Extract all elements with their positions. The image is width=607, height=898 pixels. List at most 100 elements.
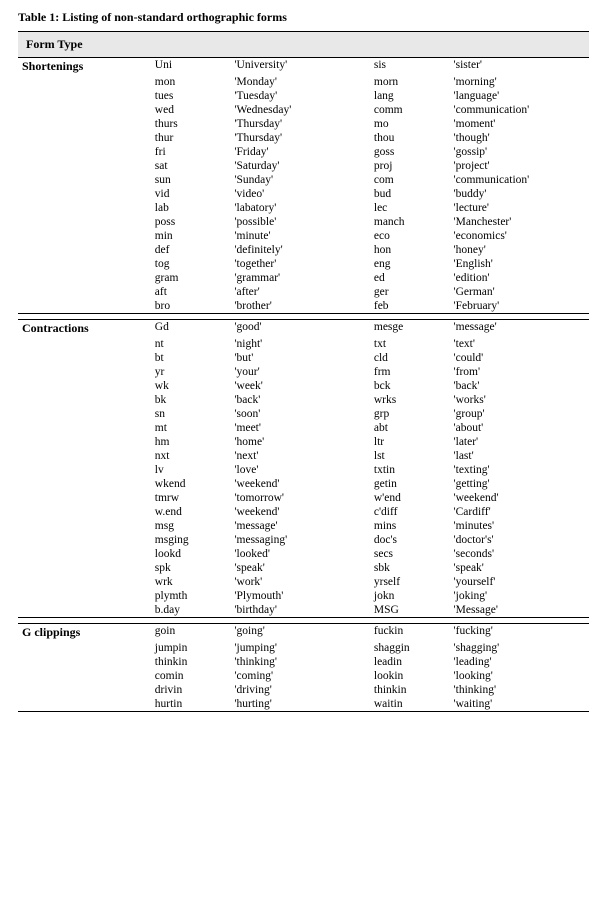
meaning-cell2: 'shagging' — [450, 641, 589, 655]
meaning-cell2: 'February' — [450, 299, 589, 314]
meaning-cell: 'speak' — [230, 561, 369, 575]
form-cell: poss — [151, 215, 231, 229]
meaning-cell: 'home' — [230, 435, 369, 449]
form-cell2: bck — [370, 379, 450, 393]
section-label-1: Contractions — [18, 320, 151, 338]
form-cell: thur — [151, 131, 231, 145]
meaning-cell: 'meet' — [230, 421, 369, 435]
section-label-0 — [18, 173, 151, 187]
form-cell2: leadin — [370, 655, 450, 669]
section-label-2 — [18, 655, 151, 669]
form-cell: bro — [151, 299, 231, 314]
form-cell: bt — [151, 351, 231, 365]
meaning-cell: 'driving' — [230, 683, 369, 697]
col-header-form1 — [151, 32, 231, 58]
section-label-2: G clippings — [18, 624, 151, 642]
section-label-2 — [18, 641, 151, 655]
form-cell2: frm — [370, 365, 450, 379]
meaning-cell2: 'morning' — [450, 75, 589, 89]
form-cell2: lec — [370, 201, 450, 215]
form-cell: fri — [151, 145, 231, 159]
form-cell: sat — [151, 159, 231, 173]
meaning-cell: 'night' — [230, 337, 369, 351]
form-cell2: manch — [370, 215, 450, 229]
section-label-0: Shortenings — [18, 58, 151, 76]
section-label-1 — [18, 351, 151, 365]
form-cell2: yrself — [370, 575, 450, 589]
section-label-1 — [18, 407, 151, 421]
meaning-cell: 'your' — [230, 365, 369, 379]
form-cell: bk — [151, 393, 231, 407]
meaning-cell2: 'buddy' — [450, 187, 589, 201]
meaning-cell2: 'fucking' — [450, 624, 589, 642]
meaning-cell2: 'group' — [450, 407, 589, 421]
section-label-0 — [18, 89, 151, 103]
form-cell: Gd — [151, 320, 231, 338]
form-cell2: morn — [370, 75, 450, 89]
section-label-1 — [18, 379, 151, 393]
section-label-1 — [18, 561, 151, 575]
meaning-cell: 'message' — [230, 519, 369, 533]
form-cell: gram — [151, 271, 231, 285]
meaning-cell: 'soon' — [230, 407, 369, 421]
meaning-cell: 'Wednesday' — [230, 103, 369, 117]
form-cell2: txt — [370, 337, 450, 351]
section-label-1 — [18, 463, 151, 477]
form-cell2: comm — [370, 103, 450, 117]
form-cell: lv — [151, 463, 231, 477]
form-cell2: doc's — [370, 533, 450, 547]
meaning-cell: 'definitely' — [230, 243, 369, 257]
meaning-cell: 'labatory' — [230, 201, 369, 215]
form-cell2: proj — [370, 159, 450, 173]
meaning-cell: 'Sunday' — [230, 173, 369, 187]
meaning-cell: 'weekend' — [230, 505, 369, 519]
section-label-1 — [18, 589, 151, 603]
meaning-cell: 'Saturday' — [230, 159, 369, 173]
form-cell2: cld — [370, 351, 450, 365]
form-cell: wed — [151, 103, 231, 117]
meaning-cell2: 'yourself' — [450, 575, 589, 589]
section-label-0 — [18, 145, 151, 159]
meaning-cell: 'thinking' — [230, 655, 369, 669]
meaning-cell: 'brother' — [230, 299, 369, 314]
form-cell2: sis — [370, 58, 450, 76]
section-label-0 — [18, 159, 151, 173]
meaning-cell2: 'could' — [450, 351, 589, 365]
form-cell: w.end — [151, 505, 231, 519]
form-cell: nxt — [151, 449, 231, 463]
meaning-cell: 'University' — [230, 58, 369, 76]
meaning-cell2: 'text' — [450, 337, 589, 351]
meaning-cell2: 'minutes' — [450, 519, 589, 533]
meaning-cell: 'love' — [230, 463, 369, 477]
section-label-0 — [18, 271, 151, 285]
form-cell: Uni — [151, 58, 231, 76]
form-cell2: mins — [370, 519, 450, 533]
meaning-cell: 'Thursday' — [230, 117, 369, 131]
form-cell: min — [151, 229, 231, 243]
form-cell2: MSG — [370, 603, 450, 618]
meaning-cell2: 'economics' — [450, 229, 589, 243]
form-cell2: com — [370, 173, 450, 187]
meaning-cell2: 'message' — [450, 320, 589, 338]
meaning-cell: 'birthday' — [230, 603, 369, 618]
form-cell: lookd — [151, 547, 231, 561]
meaning-cell2: 'works' — [450, 393, 589, 407]
form-cell2: mesge — [370, 320, 450, 338]
meaning-cell2: 'English' — [450, 257, 589, 271]
form-cell: tog — [151, 257, 231, 271]
form-cell2: c'diff — [370, 505, 450, 519]
form-cell2: waitin — [370, 697, 450, 712]
meaning-cell2: 'Manchester' — [450, 215, 589, 229]
form-cell2: mo — [370, 117, 450, 131]
meaning-cell: 'Thursday' — [230, 131, 369, 145]
form-cell2: thou — [370, 131, 450, 145]
meaning-cell: 'tomorrow' — [230, 491, 369, 505]
meaning-cell2: 'thinking' — [450, 683, 589, 697]
meaning-cell: 'going' — [230, 624, 369, 642]
form-cell2: grp — [370, 407, 450, 421]
meaning-cell2: 'German' — [450, 285, 589, 299]
meaning-cell2: 'though' — [450, 131, 589, 145]
meaning-cell2: 'texting' — [450, 463, 589, 477]
form-cell: thurs — [151, 117, 231, 131]
form-cell: wkend — [151, 477, 231, 491]
